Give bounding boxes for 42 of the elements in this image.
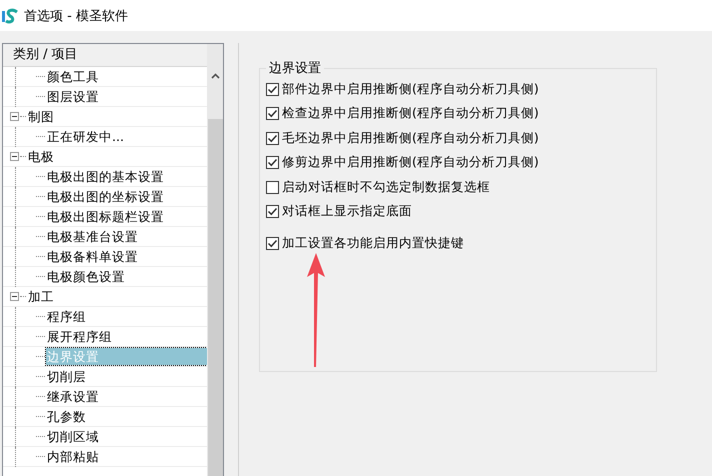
- checkbox[interactable]: [266, 107, 279, 120]
- group-title: 边界设置: [268, 60, 322, 77]
- checkbox-label: 检查边界中启用推断侧(程序自动分析刀具侧): [282, 105, 539, 122]
- collapse-icon[interactable]: [10, 152, 19, 161]
- tree-item[interactable]: 电极出图标题栏设置: [46, 208, 165, 225]
- app-logo-icon: [1, 6, 19, 24]
- tree-item[interactable]: 切削区域: [46, 428, 100, 445]
- checkbox[interactable]: [266, 156, 279, 170]
- tree-item[interactable]: 电极出图的基本设置: [46, 168, 165, 185]
- checkbox[interactable]: [266, 205, 279, 218]
- checkbox-label: 毛坯边界中启用推断侧(程序自动分析刀具侧): [282, 130, 539, 147]
- checkbox[interactable]: [266, 132, 279, 145]
- tree-item[interactable]: 颜色工具: [46, 68, 100, 85]
- window-title: 首选项 - 模圣软件: [24, 8, 128, 24]
- checkbox[interactable]: [266, 82, 279, 96]
- checkbox[interactable]: [266, 180, 279, 194]
- checkbox-label: 修剪边界中启用推断侧(程序自动分析刀具侧): [282, 154, 539, 172]
- tree-group[interactable]: 制图: [27, 108, 55, 125]
- checkbox-label: 启动对话框时不勾选定制数据复选框: [282, 178, 490, 196]
- tree-item[interactable]: 电极出图的坐标设置: [46, 188, 165, 205]
- tree-item[interactable]: 正在研发中...: [46, 128, 125, 145]
- scrollbar[interactable]: [207, 44, 223, 476]
- tree-item[interactable]: 程序组: [46, 308, 87, 325]
- column-header: 类别 / 项目: [3, 44, 207, 67]
- tree-group[interactable]: 加工: [27, 288, 55, 305]
- checkbox[interactable]: [266, 236, 279, 250]
- collapse-icon[interactable]: [10, 112, 19, 121]
- collapse-icon[interactable]: [10, 292, 19, 301]
- scroll-up-icon[interactable]: [210, 73, 220, 79]
- tree-item[interactable]: 切削层: [46, 368, 87, 385]
- tree-group[interactable]: 电极: [27, 148, 55, 165]
- tree-item[interactable]: 电极颜色设置: [46, 268, 126, 285]
- checkbox-label: 对话框上显示指定底面: [282, 203, 412, 220]
- tree-item[interactable]: 电极备料单设置: [46, 248, 139, 265]
- tree-item[interactable]: 孔参数: [46, 408, 87, 425]
- tree-item[interactable]: 展开程序组: [46, 328, 113, 345]
- checkbox-label: 加工设置各功能启用内置快捷键: [282, 234, 464, 252]
- tree-item[interactable]: 电极基准台设置: [46, 228, 139, 245]
- tree-item[interactable]: 继承设置: [46, 388, 100, 405]
- checkbox-label: 部件边界中启用推断侧(程序自动分析刀具侧): [282, 80, 539, 98]
- tree-item[interactable]: 内部粘贴: [46, 448, 100, 465]
- tree-item[interactable]: 图层设置: [46, 88, 100, 105]
